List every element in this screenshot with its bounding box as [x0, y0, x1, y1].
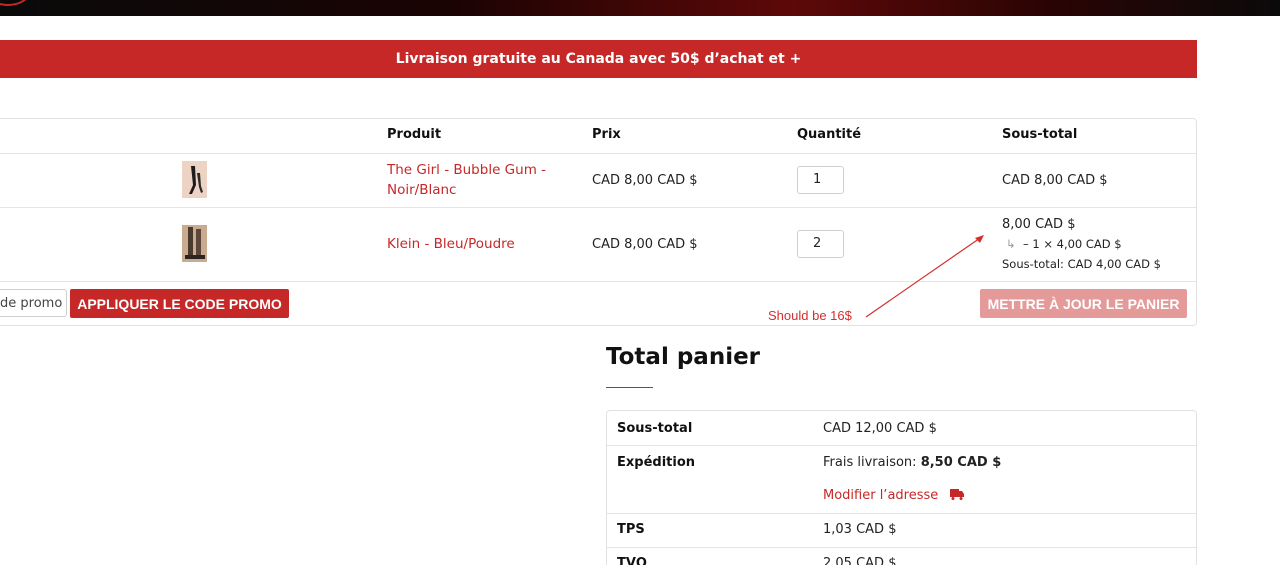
- row-divider: [607, 547, 1196, 548]
- annotation-note: Should be 16$: [768, 308, 852, 323]
- discount-amount: – 1 × 4,00 CAD $: [1022, 237, 1122, 251]
- row-divider: [0, 281, 1196, 282]
- column-header-quantity: Quantité: [797, 127, 862, 142]
- row-divider: [607, 513, 1196, 514]
- title-underline: [606, 387, 653, 388]
- cart-totals-title: Total panier: [606, 344, 761, 370]
- totals-label: TPS: [617, 522, 645, 537]
- promo-placeholder: Code promo: [0, 296, 63, 311]
- line-subtotal: CAD 8,00 CAD $: [1002, 173, 1108, 188]
- shipping-value: Frais livraison: 8,50 CAD $: [823, 455, 1001, 470]
- shipping-cost: 8,50 CAD $: [920, 455, 1002, 470]
- row-divider: [0, 153, 1196, 154]
- free-shipping-banner: Livraison gratuite au Canada avec 50$ d’…: [0, 40, 1197, 78]
- change-address-link[interactable]: Modifier l’adresse: [823, 488, 965, 503]
- discount-subtotal: Sous-total: CAD 4,00 CAD $: [1002, 257, 1161, 271]
- truck-icon: [950, 489, 965, 500]
- row-divider: [607, 445, 1196, 446]
- column-header-price: Prix: [592, 127, 621, 142]
- quantity-input[interactable]: 1: [797, 166, 844, 194]
- totals-value: CAD 12,00 CAD $: [823, 421, 937, 436]
- indent-arrow-icon: ↳: [1006, 237, 1016, 251]
- column-header-product: Produit: [387, 127, 442, 142]
- product-thumbnail[interactable]: [182, 225, 207, 262]
- price: CAD 8,00 CAD $: [592, 173, 698, 188]
- promo-code-input[interactable]: Code promo: [0, 289, 67, 317]
- totals-label: Expédition: [617, 455, 696, 470]
- row-divider: [0, 207, 1196, 208]
- logo[interactable]: [0, 0, 30, 6]
- product-thumbnail[interactable]: [182, 161, 207, 198]
- price: CAD 8,00 CAD $: [592, 237, 698, 252]
- product-link[interactable]: The Girl - Bubble Gum - Noir/Blanc: [387, 160, 567, 200]
- product-link[interactable]: Klein - Bleu/Poudre: [387, 234, 515, 254]
- cart-totals-table: Sous-total CAD 12,00 CAD $ Expédition Fr…: [606, 410, 1197, 565]
- top-header-bar: [0, 0, 1280, 16]
- apply-promo-button[interactable]: APPLIQUER LE CODE PROMO: [70, 289, 289, 318]
- update-cart-button[interactable]: METTRE À JOUR LE PANIER: [980, 289, 1187, 318]
- totals-value: 1,03 CAD $: [823, 522, 897, 537]
- column-header-subtotal: Sous-total: [1002, 127, 1078, 142]
- change-address-label: Modifier l’adresse: [823, 488, 939, 503]
- discount-line: ↳ – 1 × 4,00 CAD $: [1006, 237, 1122, 251]
- totals-label: Sous-total: [617, 421, 693, 436]
- totals-value: 2,05 CAD $: [823, 556, 897, 565]
- totals-label: TVQ: [617, 556, 647, 565]
- line-subtotal: 8,00 CAD $: [1002, 217, 1076, 232]
- banner-text: Livraison gratuite au Canada avec 50$ d’…: [395, 51, 802, 67]
- quantity-input[interactable]: 2: [797, 230, 844, 258]
- shipping-method: Frais livraison:: [823, 455, 917, 470]
